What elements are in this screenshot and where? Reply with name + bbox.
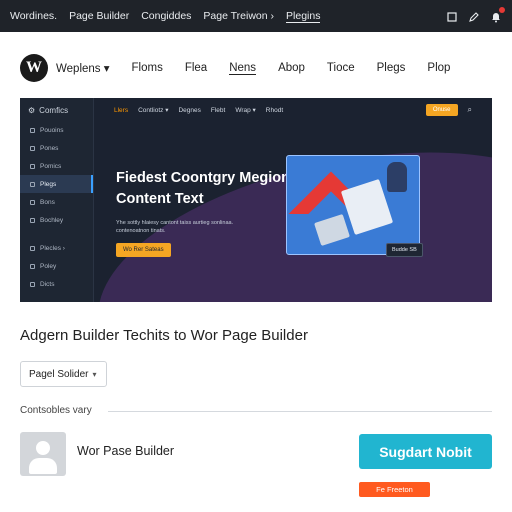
- preview-sidebar-item[interactable]: Dicts: [20, 275, 93, 293]
- preview-nav-item[interactable]: Flebt: [211, 107, 225, 114]
- preview-sidebar-item[interactable]: Poley: [20, 257, 93, 275]
- preview-sidebar-item[interactable]: Pones: [20, 139, 93, 157]
- nav-item-plop[interactable]: Plop: [427, 62, 450, 74]
- preview-sidebar: ⚙ Comfics Pouoins Pones Pomics Plegs Bon…: [20, 98, 94, 302]
- bell-icon[interactable]: [490, 7, 505, 23]
- preview-sidebar-item-label: Dicts: [40, 280, 55, 288]
- toolbar-item-plugins[interactable]: Plegins: [286, 10, 321, 23]
- user-name: Wor Pase Builder: [77, 444, 175, 458]
- wordpress-logo-icon[interactable]: W: [20, 54, 48, 82]
- nav-item-weplens[interactable]: Weplens ▾: [56, 61, 110, 75]
- preview-hero-subtext: Yhe sottly hlaiesy cantont taiss aurtieg…: [116, 220, 234, 234]
- avatar-body-shape: [29, 458, 57, 474]
- nav-item-nens[interactable]: Nens: [229, 62, 257, 75]
- preview-image-badge[interactable]: Budde SB: [386, 243, 423, 257]
- pencil-icon[interactable]: [468, 10, 480, 22]
- nav-item-abop[interactable]: Abop: [278, 62, 305, 74]
- toolbar-item-page-builder[interactable]: Page Builder: [69, 10, 129, 22]
- toolbar-icons: [446, 7, 505, 23]
- media-icon: [30, 163, 35, 169]
- search-icon[interactable]: ⌕: [468, 105, 472, 115]
- avatar-head-shape: [36, 441, 50, 455]
- person-figure: [387, 162, 407, 192]
- nav-item-tioce[interactable]: Tioce: [327, 62, 355, 74]
- preview-sidebar-item[interactable]: Pouoins: [20, 121, 93, 139]
- logo-letter: W: [26, 59, 42, 76]
- preview-nav-item[interactable]: Wrap ▾: [235, 106, 255, 114]
- preview-hero-headline: Fiedest Coontgry Megion Content Text: [116, 170, 290, 207]
- builder-select[interactable]: Pagel Solider ▾: [20, 361, 107, 387]
- preview-nav-item[interactable]: Degnes: [178, 107, 200, 114]
- square-icon[interactable]: [446, 10, 458, 22]
- preview-sidebar-item-label: Plecles ›: [40, 244, 65, 252]
- chevron-down-icon: ▾: [92, 369, 97, 379]
- section-divider: [108, 411, 492, 412]
- primary-action-button[interactable]: Sugdart Nobit: [359, 434, 492, 469]
- pages-icon: [30, 145, 35, 151]
- preview-sidebar-title: ⚙ Comfics: [20, 98, 93, 121]
- toolbar-item-page-preview[interactable]: Page Treiwon ›: [203, 10, 274, 22]
- preview-nav-item[interactable]: Contliotz ▾: [138, 106, 168, 114]
- pin-icon: [30, 127, 35, 133]
- page-preview[interactable]: ⚙ Comfics Pouoins Pones Pomics Plegs Bon…: [20, 98, 492, 302]
- policy-icon: [30, 263, 35, 269]
- preview-nav-item[interactable]: Llers: [114, 107, 128, 114]
- preview-nav-item[interactable]: Rhodt: [266, 107, 283, 114]
- nav-item-flea[interactable]: Flea: [185, 62, 207, 74]
- preview-sidebar-item-label: Pouoins: [40, 126, 64, 134]
- toolbar-item-site[interactable]: Wordines.: [10, 10, 57, 22]
- preview-sidebar-item-label: Pomics: [40, 162, 62, 170]
- preview-topnav-button[interactable]: Onuse: [425, 104, 458, 116]
- data-icon: [30, 281, 35, 287]
- secondary-action-button[interactable]: Fe Freeton: [359, 482, 430, 497]
- users-icon: [30, 199, 35, 205]
- preview-sidebar-item-label: Plegs: [40, 180, 57, 188]
- toolbar-item-configs[interactable]: Congiddes: [141, 10, 191, 22]
- preview-sidebar-title-label: Comfics: [39, 106, 69, 115]
- section-label: Contsobles vary: [20, 405, 92, 416]
- preview-hero-cta-button[interactable]: Wo Rer Sateas: [116, 243, 171, 257]
- gear-icon: ⚙: [28, 106, 36, 115]
- main-headline: Adgern Builder Techits to Wor Page Build…: [20, 327, 308, 344]
- preview-sidebar-item-label: Bochley: [40, 216, 64, 224]
- settings-icon: [30, 245, 35, 251]
- preview-sidebar-item-label: Poley: [40, 262, 57, 270]
- preview-sidebar-item-label: Bons: [40, 198, 55, 206]
- plugin-icon: [30, 181, 35, 187]
- avatar[interactable]: [20, 432, 66, 476]
- preview-sidebar-item[interactable]: Plecles ›: [20, 239, 93, 257]
- nav-item-floms[interactable]: Floms: [132, 62, 163, 74]
- preview-sidebar-item[interactable]: Pomics: [20, 157, 93, 175]
- admin-toolbar: Wordines. Page Builder Congiddes Page Tr…: [0, 0, 512, 32]
- preview-topnav: Llers Contliotz ▾ Degnes Flebt Wrap ▾ Rh…: [94, 98, 492, 122]
- preview-sidebar-item[interactable]: Plegs: [20, 175, 93, 193]
- preview-sidebar-item[interactable]: Bons: [20, 193, 93, 211]
- builder-select-value: Pagel Solider: [29, 368, 89, 380]
- preview-sidebar-item[interactable]: Bochley: [20, 211, 93, 229]
- preview-sidebar-item-label: Pones: [40, 144, 59, 152]
- site-header: W Weplens ▾ Floms Flea Nens Abop Tioce P…: [0, 40, 512, 96]
- preview-hero-image: [286, 155, 420, 255]
- nav-item-plegs[interactable]: Plegs: [377, 62, 406, 74]
- tools-icon: [30, 217, 35, 223]
